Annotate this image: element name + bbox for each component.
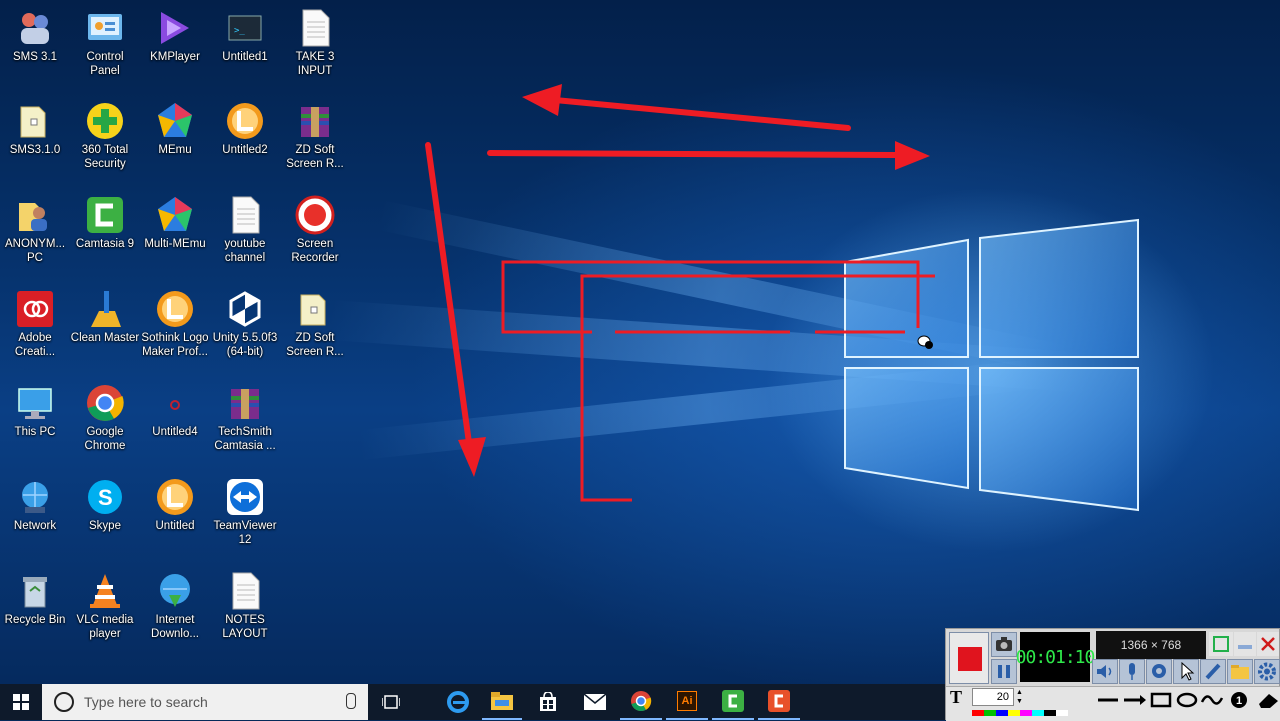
chrome-button[interactable] (620, 684, 662, 720)
color-swatch[interactable] (996, 710, 1008, 716)
file-explorer-button[interactable] (482, 684, 522, 720)
record-button[interactable] (949, 632, 989, 684)
pen-button[interactable] (1200, 659, 1226, 684)
camera-button[interactable] (991, 632, 1017, 657)
font-size-stepper[interactable]: ▲ ▼ (1016, 688, 1026, 706)
store-icon (540, 692, 556, 711)
color-swatch[interactable] (1008, 710, 1020, 716)
speaker-button[interactable] (1092, 659, 1118, 684)
webcam-icon (1152, 664, 1166, 678)
shape-tools: 1 (1098, 692, 1278, 708)
microphone-button[interactable] (1119, 659, 1145, 684)
task-view-button[interactable] (372, 684, 410, 720)
font-size-field[interactable]: 20 (972, 688, 1014, 706)
store-button[interactable] (528, 684, 568, 720)
svg-text:1: 1 (1236, 695, 1242, 707)
search-box[interactable]: Type here to search (42, 684, 368, 720)
pointer-icon (1181, 661, 1195, 681)
color-swatch[interactable] (972, 710, 984, 716)
pause-button[interactable] (991, 659, 1017, 684)
edge-icon (447, 691, 469, 713)
region-icon (1213, 636, 1229, 652)
color-swatch[interactable] (1044, 710, 1056, 716)
camtasia-button[interactable] (712, 684, 754, 720)
speaker-icon (1097, 665, 1112, 678)
camtasia-icon (722, 690, 744, 712)
recording-timer: 00:01:10 (1016, 632, 1095, 682)
arrow-tool-icon (1124, 695, 1146, 705)
edge-button[interactable] (438, 684, 478, 720)
webcam-button[interactable] (1146, 659, 1172, 684)
microphone-icon[interactable] (346, 693, 356, 709)
red-annotations (425, 84, 935, 502)
desktop: SMS 3.1 Control Panel KMPlayer >_ Untitled1 T… (0, 0, 1280, 684)
number-tool-icon: 1 (1231, 692, 1247, 708)
drawing-toolbar: T 20 ▲ ▼ 1 (946, 686, 1280, 721)
camera-icon (996, 637, 1012, 651)
eraser-tool-icon (1259, 694, 1278, 708)
freehand-tool-icon (1200, 695, 1224, 705)
file-explorer-icon (491, 692, 513, 710)
mail-icon (584, 694, 606, 710)
pause-icon (998, 665, 1010, 678)
mail-button[interactable] (574, 684, 616, 720)
color-swatch[interactable] (984, 710, 996, 716)
close-button[interactable] (1257, 632, 1279, 656)
close-icon (1261, 637, 1275, 651)
record-stop-icon (958, 647, 982, 671)
chrome-icon (631, 691, 652, 712)
rectangle-tool-icon (1150, 692, 1172, 708)
ellipse-tool-icon (1176, 692, 1198, 708)
settings-button[interactable] (1254, 659, 1280, 684)
text-tool-icon[interactable]: T (950, 687, 962, 708)
minimize-button[interactable] (1234, 632, 1256, 656)
color-swatch[interactable] (1032, 710, 1044, 716)
screen-recorder-panel: 00:01:10 1366 × 768 T 20 ▲ ▼ 1 (945, 628, 1280, 721)
search-placeholder: Type here to search (84, 694, 208, 710)
illustrator-icon: Ai (677, 691, 697, 711)
illustrator-button[interactable]: Ai (666, 684, 708, 720)
camtasia-recorder-button[interactable] (758, 684, 800, 720)
cortana-icon (54, 692, 74, 712)
folder-icon (1231, 665, 1249, 679)
minimize-icon (1238, 645, 1252, 649)
task-view-icon (382, 695, 400, 709)
pointer-button[interactable] (1173, 659, 1199, 684)
color-swatch[interactable] (1056, 710, 1068, 716)
start-button[interactable] (0, 684, 42, 720)
microphone-icon (1129, 663, 1135, 680)
cursor-icon (917, 335, 933, 349)
gear-icon (1258, 662, 1276, 681)
windows-start-icon (13, 694, 29, 710)
region-button[interactable] (1209, 632, 1233, 656)
pen-icon (1205, 663, 1221, 680)
camtasia-recorder-icon (768, 690, 790, 712)
resolution-readout: 1366 × 768 (1096, 631, 1206, 659)
color-swatch[interactable] (1020, 710, 1032, 716)
folder-button[interactable] (1227, 659, 1253, 684)
